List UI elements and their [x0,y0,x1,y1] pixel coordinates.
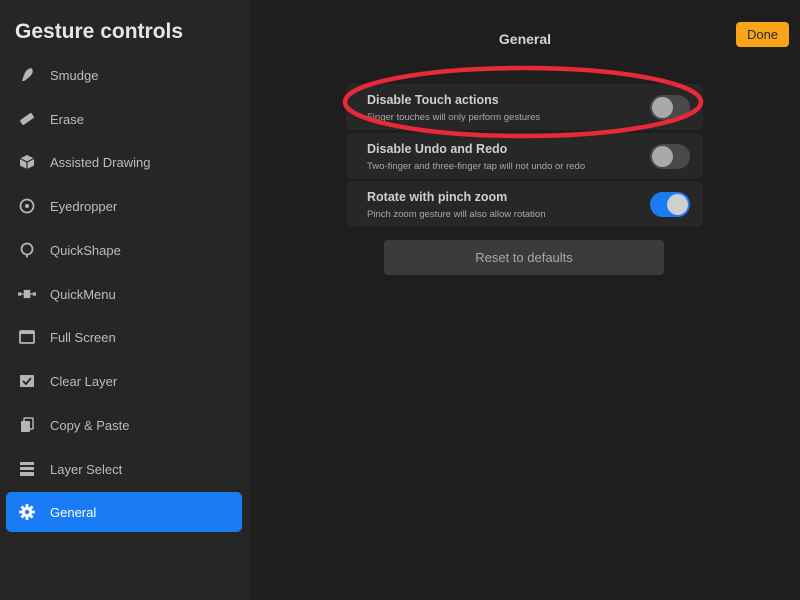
sidebar-item-label: QuickMenu [50,286,116,302]
sidebar-item-layer-select[interactable]: Layer Select [6,449,242,489]
sidebar-item-assisted-drawing[interactable]: Assisted Drawing [6,142,242,182]
quickshape-icon [17,240,37,260]
done-button[interactable]: Done [736,22,789,47]
sidebar-item-label: Assisted Drawing [50,154,151,170]
sidebar-item-copy-paste[interactable]: Copy & Paste [6,405,242,445]
setting-description: Two-finger and three-finger tap will not… [367,161,586,172]
sidebar-item-label: Layer Select [50,461,123,477]
setting-description: Finger touches will only perform gesture… [367,112,541,123]
toggle-knob [652,97,673,118]
sidebar-item-label: Clear Layer [50,373,118,389]
clear-layer-icon [17,371,37,391]
setting-disable-undo-redo: Disable Undo and Redo Two-finger and thr… [346,133,703,179]
sidebar-item-label: Eyedropper [50,198,118,214]
eraser-icon [17,109,37,129]
setting-description: Pinch zoom gesture will also allow rotat… [367,209,546,220]
quickmenu-icon [17,284,37,304]
setting-label: Disable Undo and Redo [367,142,508,156]
cube-icon [17,152,37,172]
reset-defaults-button[interactable]: Reset to defaults [384,240,664,275]
sidebar-title: Gesture controls [15,20,184,43]
toggle-knob [667,194,688,215]
sidebar-item-label: Smudge [50,67,99,83]
setting-rotate-pinch-zoom: Rotate with pinch zoom Pinch zoom gestur… [346,181,703,227]
setting-label: Rotate with pinch zoom [367,190,508,204]
toggle-knob [652,146,673,167]
sidebar-item-erase[interactable]: Erase [6,99,242,139]
sidebar-item-clear-layer[interactable]: Clear Layer [6,361,242,401]
sidebar-item-quickshape[interactable]: QuickShape [6,230,242,270]
disable-undo-redo-toggle[interactable] [650,144,690,169]
sidebar-item-label: Copy & Paste [50,417,130,433]
sidebar-item-label: Erase [50,111,84,127]
sidebar-item-quickmenu[interactable]: QuickMenu [6,274,242,314]
setting-label: Disable Touch actions [367,93,499,107]
sidebar-item-full-screen[interactable]: Full Screen [6,317,242,357]
gear-icon [17,502,37,522]
copy-paste-icon [17,415,37,435]
setting-disable-touch-actions: Disable Touch actions Finger touches wil… [346,84,703,130]
sidebar-item-smudge[interactable]: Smudge [6,55,242,95]
eyedropper-icon [17,196,37,216]
sidebar-item-eyedropper[interactable]: Eyedropper [6,186,242,226]
page-title: General [498,31,552,47]
sidebar-item-general[interactable]: General [6,492,242,532]
disable-touch-actions-toggle[interactable] [650,95,690,120]
sidebar: Gesture controls Smudge Erase Assisted D… [0,0,250,600]
layer-select-icon [17,459,37,479]
full-screen-icon [17,327,37,347]
rotate-pinch-zoom-toggle[interactable] [650,192,690,217]
sidebar-item-label: General [50,504,97,520]
sidebar-item-label: Full Screen [50,329,116,345]
smudge-icon [17,65,37,85]
sidebar-item-label: QuickShape [50,242,121,258]
